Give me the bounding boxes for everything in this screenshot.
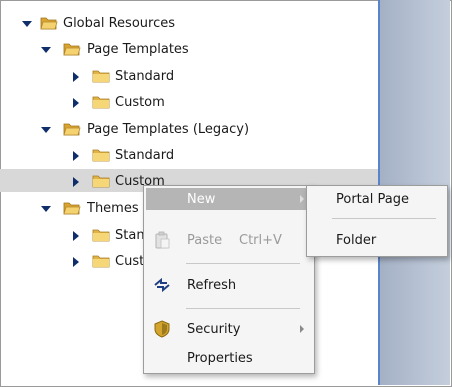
- open-folder-icon: [63, 202, 81, 215]
- menu-item-portal-page[interactable]: Portal Page: [309, 188, 445, 210]
- menu-item-refresh[interactable]: Refresh: [146, 274, 312, 296]
- folder-icon: [92, 175, 110, 188]
- tree-node-legacy-standard[interactable]: Standard: [0, 145, 378, 167]
- tree-node-label: Standard: [115, 69, 175, 84]
- tree-node-page-templates-custom[interactable]: Custom: [0, 92, 378, 114]
- menu-item-folder[interactable]: Folder: [309, 229, 445, 251]
- menu-item-label: Security: [187, 322, 241, 337]
- folder-icon: [92, 255, 110, 268]
- context-menu: New Paste Ctrl+V Refresh Security Proper…: [143, 185, 315, 374]
- menu-item-new[interactable]: New: [146, 188, 312, 210]
- collapse-icon[interactable]: [41, 127, 51, 133]
- folder-icon: [92, 70, 110, 83]
- open-folder-icon: [63, 43, 81, 56]
- shortcut-label: Ctrl+V: [239, 233, 282, 248]
- menu-item-label: Folder: [336, 233, 377, 248]
- menu-item-label: Properties: [187, 351, 253, 366]
- expand-icon[interactable]: [73, 98, 79, 108]
- expand-icon[interactable]: [73, 151, 79, 161]
- folder-icon: [92, 149, 110, 162]
- expand-icon[interactable]: [73, 257, 79, 267]
- tree-node-page-templates-legacy[interactable]: Page Templates (Legacy): [0, 119, 378, 141]
- refresh-icon: [154, 277, 170, 293]
- submenu-arrow-icon: [300, 195, 304, 203]
- submenu-arrow-icon: [300, 325, 304, 333]
- tree-node-label: Page Templates (Legacy): [87, 122, 250, 137]
- menu-item-properties[interactable]: Properties: [146, 347, 312, 369]
- tree-node-label: Global Resources: [63, 16, 175, 31]
- expand-icon[interactable]: [73, 72, 79, 82]
- collapse-icon[interactable]: [22, 21, 32, 27]
- tree-node-label: Standard: [115, 148, 175, 163]
- collapse-icon[interactable]: [41, 206, 51, 212]
- tree-node-label: Themes: [87, 201, 139, 216]
- expand-icon[interactable]: [73, 177, 79, 187]
- menu-separator: [332, 218, 436, 219]
- menu-separator: [186, 263, 300, 264]
- folder-icon: [92, 229, 110, 242]
- new-submenu: Portal Page Folder: [306, 185, 448, 257]
- collapse-icon[interactable]: [41, 47, 51, 53]
- tree-node-label: Custom: [115, 95, 165, 110]
- open-folder-icon: [63, 123, 81, 136]
- open-folder-icon: [40, 17, 58, 30]
- folder-icon: [92, 96, 110, 109]
- expand-icon[interactable]: [73, 231, 79, 241]
- menu-item-security[interactable]: Security: [146, 318, 312, 340]
- menu-item-label: Refresh: [187, 278, 237, 293]
- menu-item-paste[interactable]: Paste Ctrl+V: [146, 229, 312, 251]
- shield-icon: [154, 320, 170, 338]
- tree-node-page-templates[interactable]: Page Templates: [0, 39, 378, 61]
- menu-item-label: Portal Page: [336, 192, 409, 207]
- tree-node-global-resources[interactable]: Global Resources: [0, 13, 378, 35]
- paste-icon: [155, 231, 170, 249]
- tree-node-label: Page Templates: [87, 42, 189, 57]
- menu-item-label: New: [187, 192, 216, 207]
- menu-separator: [186, 308, 300, 309]
- menu-item-label: Paste: [187, 233, 223, 248]
- tree-node-page-templates-standard[interactable]: Standard: [0, 66, 378, 88]
